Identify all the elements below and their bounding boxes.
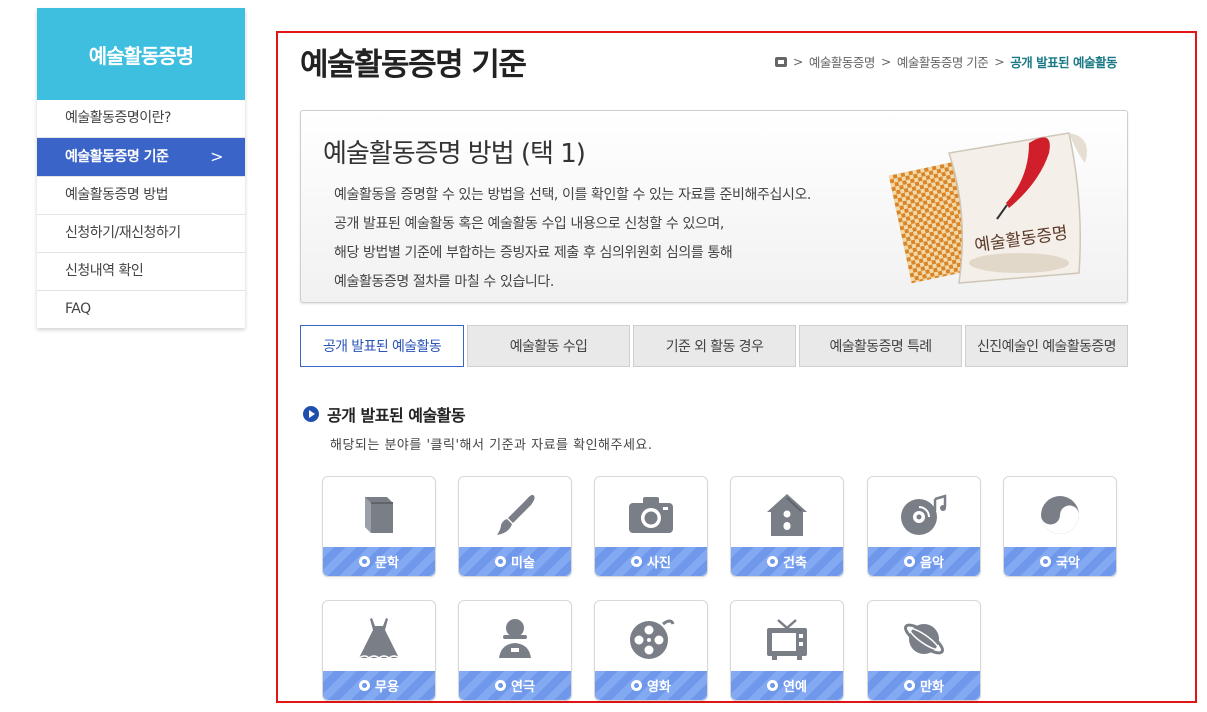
radio-dot-icon bbox=[631, 556, 643, 567]
category-card-theater[interactable]: 연극 bbox=[458, 600, 572, 701]
music-disc-icon bbox=[901, 494, 947, 535]
breadcrumb-separator: > bbox=[994, 54, 1005, 69]
radio-dot-icon bbox=[495, 680, 507, 691]
category-card-film[interactable]: 영화 bbox=[594, 600, 708, 701]
sidebar-title: 예술활동증명 bbox=[37, 8, 245, 100]
certificate-illustration: 예술활동증명 bbox=[888, 132, 1087, 284]
tab-income[interactable]: 예술활동 수입 bbox=[467, 325, 630, 367]
category-label: 무용 bbox=[323, 671, 435, 700]
category-label-text: 국악 bbox=[1056, 556, 1080, 571]
section-description: 해당되는 분야를 '클릭'해서 기준과 자료를 확인해주세요. bbox=[330, 438, 653, 453]
category-label-text: 건축 bbox=[783, 556, 807, 571]
sidebar-item-label: 예술활동증명 기준 bbox=[65, 149, 169, 165]
film-reel-icon bbox=[630, 619, 675, 659]
sidebar-item-criteria[interactable]: 예술활동증명 기준 > bbox=[37, 138, 245, 177]
breadcrumb-item[interactable]: 예술활동증명 기준 bbox=[897, 52, 989, 71]
paintbrush-icon bbox=[497, 494, 535, 535]
info-line: 해당 방법별 기준에 부합하는 증빙자료 제출 후 심의위원회 심의를 통해 bbox=[334, 245, 733, 261]
radio-dot-icon bbox=[359, 556, 371, 567]
category-card-architecture[interactable]: 건축 bbox=[730, 476, 844, 577]
category-card-music[interactable]: 음악 bbox=[867, 476, 981, 577]
category-label: 사진 bbox=[595, 547, 707, 576]
radio-dot-icon bbox=[1040, 556, 1052, 567]
category-label: 문학 bbox=[323, 547, 435, 576]
planet-icon bbox=[904, 623, 944, 655]
breadcrumb-current: 공개 발표된 예술활동 bbox=[1010, 55, 1117, 70]
category-label-text: 연극 bbox=[511, 680, 535, 695]
chevron-right-icon: > bbox=[210, 147, 223, 166]
category-label-text: 음악 bbox=[920, 556, 944, 571]
tab-public-activity[interactable]: 공개 발표된 예술활동 bbox=[300, 325, 464, 367]
category-label: 미술 bbox=[459, 547, 571, 576]
breadcrumb-separator: > bbox=[792, 54, 803, 69]
sidebar-item-faq[interactable]: FAQ bbox=[37, 291, 245, 328]
category-label: 영화 bbox=[595, 671, 707, 700]
sidebar-item-label: 신청하기/재신청하기 bbox=[65, 225, 181, 241]
category-card-korean-music[interactable]: 국악 bbox=[1003, 476, 1117, 577]
taegeuk-icon bbox=[1041, 496, 1079, 534]
sidebar-item-label: FAQ bbox=[65, 301, 91, 317]
camera-icon bbox=[629, 497, 673, 533]
radio-dot-icon bbox=[767, 680, 779, 691]
sidebar-item-apply[interactable]: 신청하기/재신청하기 bbox=[37, 215, 245, 253]
house-icon bbox=[767, 494, 807, 536]
category-label-text: 무용 bbox=[375, 680, 399, 695]
sidebar-item-method[interactable]: 예술활동증명 방법 bbox=[37, 177, 245, 215]
section-title-text: 공개 발표된 예술활동 bbox=[327, 406, 466, 425]
category-label-text: 만화 bbox=[920, 680, 944, 695]
category-label-text: 미술 bbox=[511, 556, 535, 571]
category-card-entertainment[interactable]: 연예 bbox=[730, 600, 844, 701]
info-title: 예술활동증명 방법 (택 1) bbox=[323, 139, 586, 169]
dress-icon bbox=[358, 618, 400, 660]
info-line: 예술활동을 증명할 수 있는 방법을 선택, 이를 확인할 수 있는 자료를 준… bbox=[334, 187, 811, 203]
category-card-art[interactable]: 미술 bbox=[458, 476, 572, 577]
sidebar-item-about[interactable]: 예술활동증명이란? bbox=[37, 100, 245, 138]
home-icon[interactable] bbox=[774, 56, 787, 67]
tv-icon bbox=[767, 619, 807, 660]
play-bullet-icon bbox=[303, 406, 319, 422]
info-line: 공개 발표된 예술활동 혹은 예술활동 수입 내용으로 신청할 수 있으며, bbox=[334, 216, 724, 232]
sidebar-item-history[interactable]: 신청내역 확인 bbox=[37, 253, 245, 291]
sidebar-item-label: 예술활동증명이란? bbox=[65, 110, 171, 126]
category-card-literature[interactable]: 문학 bbox=[322, 476, 436, 577]
category-label: 만화 bbox=[868, 671, 980, 700]
category-label: 연극 bbox=[459, 671, 571, 700]
category-label-text: 문학 bbox=[375, 556, 399, 571]
category-label: 음악 bbox=[868, 547, 980, 576]
info-line: 예술활동증명 절차를 마칠 수 있습니다. bbox=[334, 274, 554, 290]
radio-dot-icon bbox=[495, 556, 507, 567]
breadcrumb-separator: > bbox=[880, 54, 891, 69]
category-label-text: 영화 bbox=[647, 680, 671, 695]
sidebar-item-label: 신청내역 확인 bbox=[65, 263, 144, 279]
info-box: 예술활동증명 방법 (택 1) 예술활동을 증명할 수 있는 방법을 선택, 이… bbox=[300, 110, 1128, 303]
sidebar-item-label: 예술활동증명 방법 bbox=[65, 187, 169, 203]
section-title: 공개 발표된 예술활동 bbox=[303, 402, 466, 426]
book-icon bbox=[365, 497, 393, 533]
radio-dot-icon bbox=[904, 556, 916, 567]
category-label-text: 사진 bbox=[647, 556, 671, 571]
actor-icon bbox=[499, 619, 531, 658]
category-card-comics[interactable]: 만화 bbox=[867, 600, 981, 701]
page-title: 예술활동증명 기준 bbox=[300, 47, 527, 83]
tab-new-artist[interactable]: 신진예술인 예술활동증명 bbox=[965, 325, 1128, 367]
category-card-photo[interactable]: 사진 bbox=[594, 476, 708, 577]
radio-dot-icon bbox=[359, 680, 371, 691]
radio-dot-icon bbox=[631, 680, 643, 691]
breadcrumb-item[interactable]: 예술활동증명 bbox=[809, 52, 876, 71]
category-label: 건축 bbox=[731, 547, 843, 576]
breadcrumb: > 예술활동증명 > 예술활동증명 기준 > 공개 발표된 예술활동 bbox=[774, 52, 1117, 71]
radio-dot-icon bbox=[904, 680, 916, 691]
radio-dot-icon bbox=[767, 556, 779, 567]
sidebar: 예술활동증명 예술활동증명이란? 예술활동증명 기준 > 예술활동증명 방법 신청… bbox=[37, 8, 245, 328]
category-label: 연예 bbox=[731, 671, 843, 700]
category-label-text: 연예 bbox=[783, 680, 807, 695]
category-label: 국악 bbox=[1004, 547, 1116, 576]
tab-bar: 공개 발표된 예술활동 예술활동 수입 기준 외 활동 경우 예술활동증명 특례… bbox=[300, 325, 1128, 367]
tab-other-activities[interactable]: 기준 외 활동 경우 bbox=[633, 325, 796, 367]
main-content: 예술활동증명 기준 > 예술활동증명 > 예술활동증명 기준 > 공개 발표된 … bbox=[276, 31, 1197, 703]
info-description: 예술활동을 증명할 수 있는 방법을 선택, 이를 확인할 수 있는 자료를 준… bbox=[334, 181, 811, 297]
tab-special-case[interactable]: 예술활동증명 특례 bbox=[799, 325, 962, 367]
category-card-dance[interactable]: 무용 bbox=[322, 600, 436, 701]
